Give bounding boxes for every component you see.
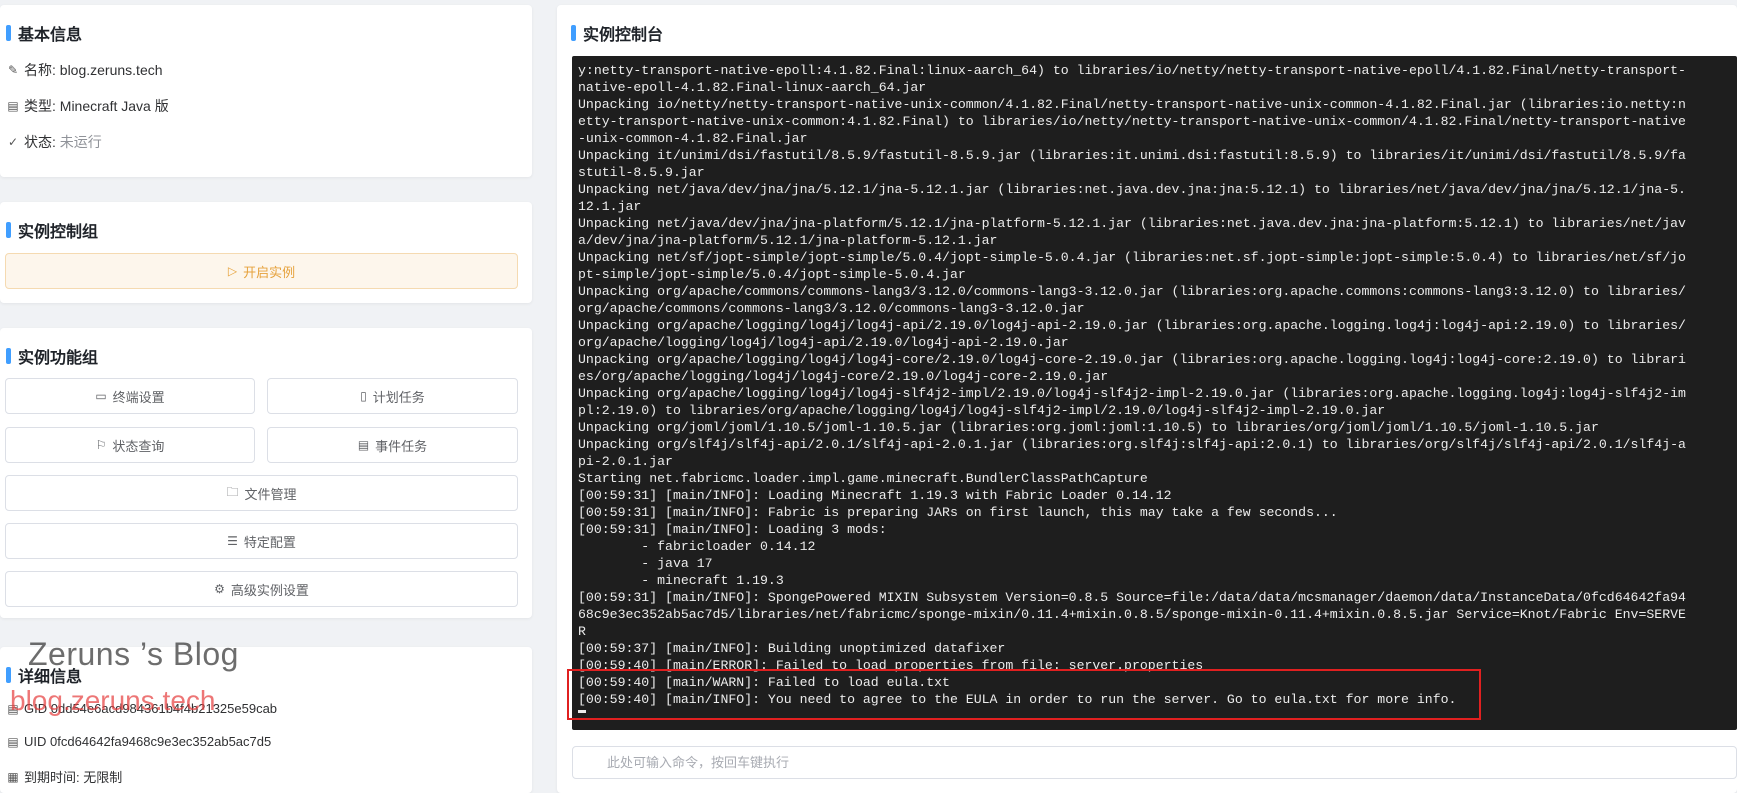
uid-row: ▤ UID 0fcd64642fa9468c9e3ec352ab5ac7d5: [7, 734, 272, 749]
terminal-line: 68c9e3ec352ab5ac7d5/libraries/net/fabric…: [578, 607, 1686, 622]
terminal-line: [00:59:31] [main/INFO]: SpongePowered MI…: [578, 590, 1686, 605]
terminal-line: etty-transport-native-unix-common:4.1.82…: [578, 114, 1686, 129]
schedule-icon: ▯: [360, 389, 367, 403]
terminal-line: y:netty-transport-native-epoll:4.1.82.Fi…: [578, 63, 1686, 78]
terminal-line: - minecraft 1.19.3: [578, 573, 784, 588]
function-group-card: 实例功能组 ▭ 终端设置 ▯ 计划任务 ⚐ 状态查询 ▤ 事件任务 🗀 文件管理…: [0, 328, 532, 618]
control-group-title: 实例控制组: [6, 218, 98, 242]
basic-info-title: 基本信息: [6, 21, 82, 45]
terminal-line: es/org/apache/logging/log4j/log4j-core/2…: [578, 369, 1109, 384]
scheduled-tasks-button[interactable]: ▯ 计划任务: [267, 378, 518, 414]
terminal-line: Unpacking org/apache/commons/commons-lan…: [578, 284, 1686, 299]
terminal-line: [00:59:31] [main/INFO]: Fabric is prepar…: [578, 505, 1338, 520]
terminal-line: pl:2.19.0) to libraries/org/apache/loggi…: [578, 403, 1386, 418]
terminal-line: Unpacking io/netty/netty-transport-nativ…: [578, 97, 1686, 112]
uid-value: 0fcd64642fa9468c9e3ec352ab5ac7d5: [50, 734, 272, 749]
watermark-blog-name: Zeruns ’s Blog: [28, 636, 239, 672]
terminal-line: org/apache/commons/commons-lang3/3.12.0/…: [578, 301, 1085, 316]
check-list-icon: ✓: [7, 135, 19, 149]
title-accent-bar: [571, 25, 576, 41]
status-query-button[interactable]: ⚐ 状态查询: [5, 427, 255, 463]
terminal-line: Unpacking org/joml/joml/1.10.5/joml-1.10…: [578, 420, 1599, 435]
terminal-line: native-epoll-4.1.82.Final-linux-aarch_64…: [578, 80, 927, 95]
instance-status: 未运行: [59, 134, 102, 150]
terminal-line: Unpacking net/sf/jopt-simple/jopt-simple…: [578, 250, 1686, 265]
instance-name: blog.zeruns.tech: [59, 62, 163, 78]
title-accent-bar: [6, 25, 11, 41]
watermark-blog-url: blog.zeruns.tech: [10, 685, 216, 716]
name-row: ✎ 名称: blog.zeruns.tech: [7, 62, 163, 78]
document-icon: ▤: [7, 734, 19, 749]
terminal-line: 12.1.jar: [578, 199, 642, 214]
start-instance-button[interactable]: ▷ 开启实例: [5, 253, 518, 289]
monitor-icon: ▭: [95, 389, 107, 403]
terminal-output: y:netty-transport-native-epoll:4.1.82.Fi…: [578, 62, 1729, 708]
sliders-icon: ☰: [227, 534, 238, 548]
eula-highlight-box: [567, 669, 1481, 720]
expire-value: 无限制: [83, 770, 123, 785]
command-input[interactable]: [572, 746, 1737, 779]
terminal-line: - fabricloader 0.14.12: [578, 539, 816, 554]
edit-icon: ✎: [7, 63, 19, 77]
terminal-line: -unix-common-4.1.82.Final.jar: [578, 131, 808, 146]
terminal-line: Unpacking org/apache/logging/log4j/log4j…: [578, 318, 1686, 333]
console-title: 实例控制台: [571, 21, 663, 45]
terminal-line: [00:59:31] [main/INFO]: Loading Minecraf…: [578, 488, 1172, 503]
terminal-line: Unpacking org/apache/logging/log4j/log4j…: [578, 352, 1686, 367]
folder-icon: 🗀: [226, 484, 239, 499]
terminal-line: R: [578, 624, 586, 639]
terminal-line: stutil-8.5.9.jar: [578, 165, 705, 180]
advanced-settings-button[interactable]: ⚙ 高级实例设置: [5, 571, 518, 607]
terminal-line: [00:59:31] [main/INFO]: Loading 3 mods:: [578, 522, 887, 537]
instance-type: Minecraft Java 版: [59, 98, 169, 114]
terminal-line: org/apache/logging/log4j/log4j-api/2.19.…: [578, 335, 1069, 350]
title-accent-bar: [6, 222, 11, 238]
query-icon: ⚐: [95, 438, 107, 452]
expire-row: ▦ 到期时间: 无限制: [6, 767, 122, 786]
event-tasks-button[interactable]: ▤ 事件任务: [267, 427, 518, 463]
control-group-card: 实例控制组 ▷ 开启实例: [0, 202, 532, 303]
terminal-line: Unpacking org/apache/logging/log4j/log4j…: [578, 386, 1686, 401]
type-row: ▤ 类型: Minecraft Java 版: [7, 98, 169, 114]
terminal-line: a/dev/jna/jna-platform/5.12.1/jna-platfo…: [578, 233, 998, 248]
document-icon: ▤: [7, 99, 19, 113]
terminal-line: Starting net.fabricmc.loader.impl.game.m…: [578, 471, 1148, 486]
terminal-line: pi-2.0.1.jar: [578, 454, 673, 469]
function-group-title: 实例功能组: [6, 344, 98, 368]
terminal-line: Unpacking net/java/dev/jna/jna/5.12.1/jn…: [578, 182, 1686, 197]
terminal-settings-button[interactable]: ▭ 终端设置: [5, 378, 255, 414]
console-terminal[interactable]: y:netty-transport-native-epoll:4.1.82.Fi…: [572, 56, 1737, 730]
terminal-line: pt-simple/jopt-simple/5.0.4/jopt-simple-…: [578, 267, 966, 282]
terminal-line: Unpacking it/unimi/dsi/fastutil/8.5.9/fa…: [578, 148, 1686, 163]
basic-info-card: 基本信息 ✎ 名称: blog.zeruns.tech ▤ 类型: Minecr…: [0, 5, 532, 177]
terminal-line: - java 17: [578, 556, 713, 571]
title-accent-bar: [6, 348, 11, 364]
play-circle-icon: ▷: [227, 264, 238, 278]
terminal-line: [00:59:37] [main/INFO]: Building unoptim…: [578, 641, 1006, 656]
gear-icon: ⚙: [214, 582, 225, 596]
status-row: ✓ 状态: 未运行: [7, 134, 102, 150]
file-management-button[interactable]: 🗀 文件管理: [5, 475, 518, 511]
terminal-line: Unpacking org/slf4j/slf4j-api/2.0.1/slf4…: [578, 437, 1686, 452]
terminal-line: Unpacking net/java/dev/jna/jna-platform/…: [578, 216, 1686, 231]
specific-config-button[interactable]: ☰ 特定配置: [5, 523, 518, 559]
list-icon: ▤: [357, 438, 370, 452]
title-accent-bar: [6, 667, 11, 683]
calendar-icon: ▦: [7, 769, 19, 784]
